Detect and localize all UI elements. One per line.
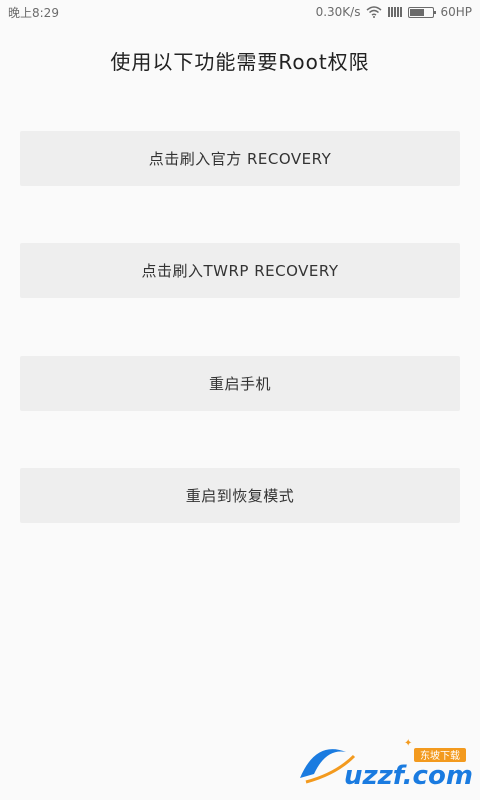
watermark-logo: ✦ 东坡下载 uzzf.com (296, 734, 473, 791)
svg-text:✦: ✦ (404, 738, 412, 749)
reboot-phone-button[interactable]: 重启手机 (20, 356, 460, 411)
status-indicators: 0.30K/s 60HP (316, 5, 472, 19)
reboot-recovery-button[interactable]: 重启到恢复模式 (20, 468, 460, 523)
screen: 晚上8:29 0.30K/s 60HP 使用以下功能需要Root权限 点击刷入官… (0, 0, 480, 800)
watermark-brand: uzzf.com (344, 761, 472, 790)
page-title: 使用以下功能需要Root权限 (110, 50, 370, 74)
status-bar: 晚上8:29 0.30K/s 60HP (0, 0, 480, 24)
wifi-icon (366, 6, 382, 18)
flash-official-recovery-button[interactable]: 点击刷入官方 RECOVERY (20, 131, 460, 186)
flash-twrp-recovery-button[interactable]: 点击刷入TWRP RECOVERY (20, 243, 460, 298)
signal-icon (388, 7, 403, 17)
battery-icon (408, 6, 437, 18)
network-speed: 0.30K/s (315, 5, 361, 19)
status-time: 晚上8:29 (8, 5, 59, 20)
battery-label: 60HP (440, 5, 472, 19)
